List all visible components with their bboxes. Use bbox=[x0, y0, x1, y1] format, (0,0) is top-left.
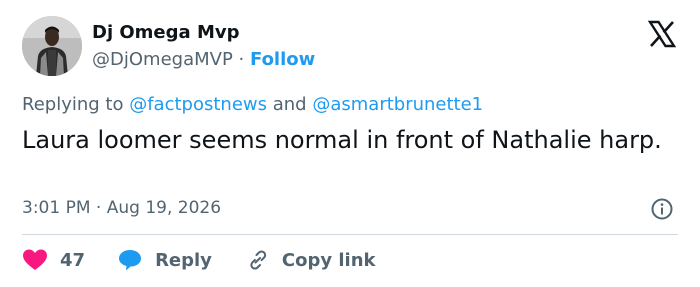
reply-button[interactable]: Reply bbox=[117, 248, 212, 272]
follow-button[interactable]: Follow bbox=[250, 49, 315, 70]
copy-link-button[interactable]: Copy link bbox=[244, 248, 376, 272]
action-bar: 47 Reply Copy link bbox=[22, 246, 408, 274]
heart-icon bbox=[23, 249, 47, 270]
like-button[interactable]: 47 bbox=[22, 248, 85, 272]
tweet-date[interactable]: Aug 19, 2026 bbox=[107, 198, 221, 218]
avatar[interactable] bbox=[22, 16, 82, 76]
handle-separator: · bbox=[238, 49, 245, 70]
link-icon bbox=[250, 250, 267, 270]
copy-link-label: Copy link bbox=[281, 249, 376, 271]
mention-factpostnews[interactable]: @factpostnews bbox=[129, 94, 267, 115]
reply-context-conjunction: and bbox=[272, 94, 307, 115]
like-count: 47 bbox=[60, 249, 86, 271]
tweet-text: Laura loomer seems normal in front of Na… bbox=[22, 126, 662, 154]
x-logo-icon[interactable] bbox=[647, 19, 677, 49]
author-handle[interactable]: @DjOmegaMVP bbox=[92, 49, 233, 70]
reply-bubble-icon bbox=[119, 250, 142, 271]
info-icon[interactable] bbox=[650, 197, 674, 221]
reply-context: Replying to @factpostnews and @asmartbru… bbox=[22, 94, 483, 115]
divider bbox=[22, 234, 678, 235]
author-display-name[interactable]: Dj Omega Mvp bbox=[92, 22, 239, 43]
tweet-timestamp[interactable]: 3:01 PM · Aug 19, 2026 bbox=[22, 198, 221, 218]
reply-context-prefix: Replying to bbox=[22, 94, 124, 115]
reply-label: Reply bbox=[155, 249, 212, 271]
tweet-time[interactable]: 3:01 PM bbox=[22, 198, 91, 218]
timestamp-separator: · bbox=[95, 198, 102, 218]
author-handle-line: @DjOmegaMVP · Follow bbox=[92, 49, 315, 70]
mention-asmartbrunette1[interactable]: @asmartbrunette1 bbox=[312, 94, 483, 115]
